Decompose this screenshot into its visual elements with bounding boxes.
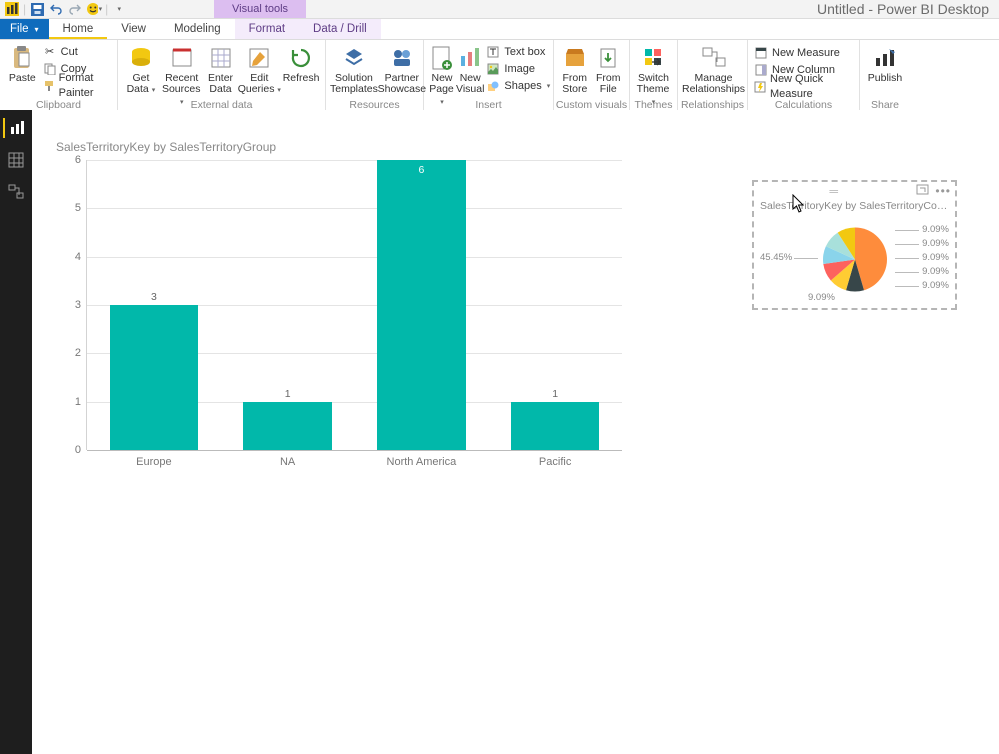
bar-column[interactable]: 1NA (221, 402, 355, 450)
get-data-button[interactable]: Get Data ▾ (122, 42, 160, 96)
app-icon (4, 1, 20, 17)
quick-access-toolbar: | ▾ | ▾ (4, 1, 127, 17)
y-tick-label: 0 (75, 444, 81, 456)
bar-column[interactable]: 6North America (355, 160, 489, 450)
y-tick-label: 3 (75, 299, 81, 311)
solution-templates-button[interactable]: Solution Templates (330, 42, 378, 95)
paste-button[interactable]: Paste (4, 42, 41, 84)
pie-data-label: 45.45% (760, 252, 792, 263)
text-box-button[interactable]: Text box (484, 44, 552, 60)
data-view-button[interactable] (6, 150, 26, 170)
new-measure-button[interactable]: New Measure (752, 45, 855, 61)
tab-modeling[interactable]: Modeling (160, 19, 235, 39)
x-axis-label: Europe (136, 456, 171, 468)
contextual-tab-header: Visual tools (214, 0, 306, 18)
x-axis-label: North America (387, 456, 457, 468)
save-button[interactable] (29, 1, 45, 17)
bar-chart-plot-area: 01234563Europe1NA6North America1Pacific (86, 160, 622, 450)
report-view-button[interactable] (3, 118, 27, 138)
cut-button[interactable]: ✂Cut (41, 44, 113, 60)
pie-data-label: 9.09% (922, 238, 949, 249)
redo-button[interactable] (67, 1, 83, 17)
bar-data-label: 6 (377, 164, 465, 176)
publish-button[interactable]: Publish (864, 42, 906, 84)
pie-data-label: 9.09% (808, 292, 835, 303)
shapes-button[interactable]: Shapes ▾ (484, 78, 552, 94)
group-relationships: Manage Relationships Relationships (678, 40, 748, 112)
ribbon-tabs: File▾ Home View Modeling Format Data / D… (0, 19, 999, 40)
pie-chart-title: SalesTerritoryKey by SalesTerritoryCou..… (754, 198, 955, 212)
tab-view[interactable]: View (107, 19, 160, 39)
group-resources: Solution Templates Partner Showcase Reso… (326, 40, 424, 112)
pie-chart-visual[interactable]: ═ ••• SalesTerritoryKey by SalesTerritor… (752, 180, 957, 310)
undo-button[interactable] (48, 1, 64, 17)
group-themes: Switch Theme ▾ Themes (630, 40, 678, 112)
enter-data-button[interactable]: Enter Data (204, 42, 238, 95)
visual-drag-handle-icon[interactable]: ═ (829, 184, 839, 198)
x-axis-label: Pacific (539, 456, 571, 468)
new-quick-measure-button[interactable]: New Quick Measure (752, 79, 855, 95)
y-tick-label: 4 (75, 251, 81, 263)
new-visual-button[interactable]: New Visual (456, 42, 484, 95)
bar-column[interactable]: 1Pacific (488, 402, 622, 450)
y-tick-label: 1 (75, 396, 81, 408)
group-calculations: New Measure New Column New Quick Measure… (748, 40, 860, 112)
edit-queries-button[interactable]: Edit Queries ▾ (237, 42, 281, 96)
from-store-button[interactable]: From Store (558, 42, 592, 95)
manage-relationships-button[interactable]: Manage Relationships (682, 42, 745, 95)
qat-customize-dropdown[interactable]: ▾ (111, 1, 127, 17)
app-title: Untitled - Power BI Desktop (817, 0, 989, 18)
image-button[interactable]: Image (484, 61, 552, 77)
partner-showcase-button[interactable]: Partner Showcase (378, 42, 426, 95)
y-tick-label: 6 (75, 154, 81, 166)
feedback-icon[interactable]: ▾ (86, 1, 102, 17)
bar-chart-visual[interactable]: SalesTerritoryKey by SalesTerritoryGroup… (52, 140, 622, 450)
bar-data-label: 1 (243, 388, 331, 400)
tab-home[interactable]: Home (49, 19, 108, 39)
group-external-data: Get Data ▾ Recent Sources ▾ Enter Data E… (118, 40, 326, 112)
group-share: Publish Share (860, 40, 910, 112)
more-options-icon[interactable]: ••• (935, 184, 951, 198)
tab-format[interactable]: Format (235, 19, 299, 39)
y-tick-label: 2 (75, 347, 81, 359)
view-switcher (0, 110, 32, 754)
y-tick-label: 5 (75, 202, 81, 214)
model-view-button[interactable] (6, 182, 26, 202)
pie-chart-body: 9.09% 9.09% 9.09% 9.09% 9.09% 9.09% 45.45% (754, 212, 955, 307)
pie-data-label: 9.09% (922, 266, 949, 277)
tab-data-drill[interactable]: Data / Drill (299, 19, 381, 39)
bar-data-label: 3 (110, 291, 198, 303)
bar-column[interactable]: 3Europe (87, 305, 221, 450)
group-insert: New Page ▾ New Visual Text box Image Sha… (424, 40, 554, 112)
focus-mode-icon[interactable] (916, 184, 929, 198)
format-painter-button[interactable]: Format Painter (41, 78, 113, 94)
group-clipboard: Paste ✂Cut Copy Format Painter Clipboard (0, 40, 118, 112)
bar-chart-title: SalesTerritoryKey by SalesTerritoryGroup (56, 140, 622, 154)
titlebar: | ▾ | ▾ Untitled - Power BI Desktop Visu… (0, 0, 999, 19)
pie-data-label: 9.09% (922, 252, 949, 263)
bar-data-label: 1 (511, 388, 599, 400)
group-custom-visuals: From Store From File Custom visuals (554, 40, 630, 112)
x-axis-label: NA (280, 456, 295, 468)
ribbon: Paste ✂Cut Copy Format Painter Clipboard… (0, 40, 999, 113)
pie-data-label: 9.09% (922, 224, 949, 235)
tab-file[interactable]: File▾ (0, 19, 49, 39)
main-area: SalesTerritoryKey by SalesTerritoryGroup… (0, 110, 999, 754)
report-canvas[interactable]: SalesTerritoryKey by SalesTerritoryGroup… (32, 110, 999, 754)
refresh-button[interactable]: Refresh (281, 42, 321, 84)
pie-data-label: 9.09% (922, 280, 949, 291)
from-file-button[interactable]: From File (592, 42, 626, 95)
